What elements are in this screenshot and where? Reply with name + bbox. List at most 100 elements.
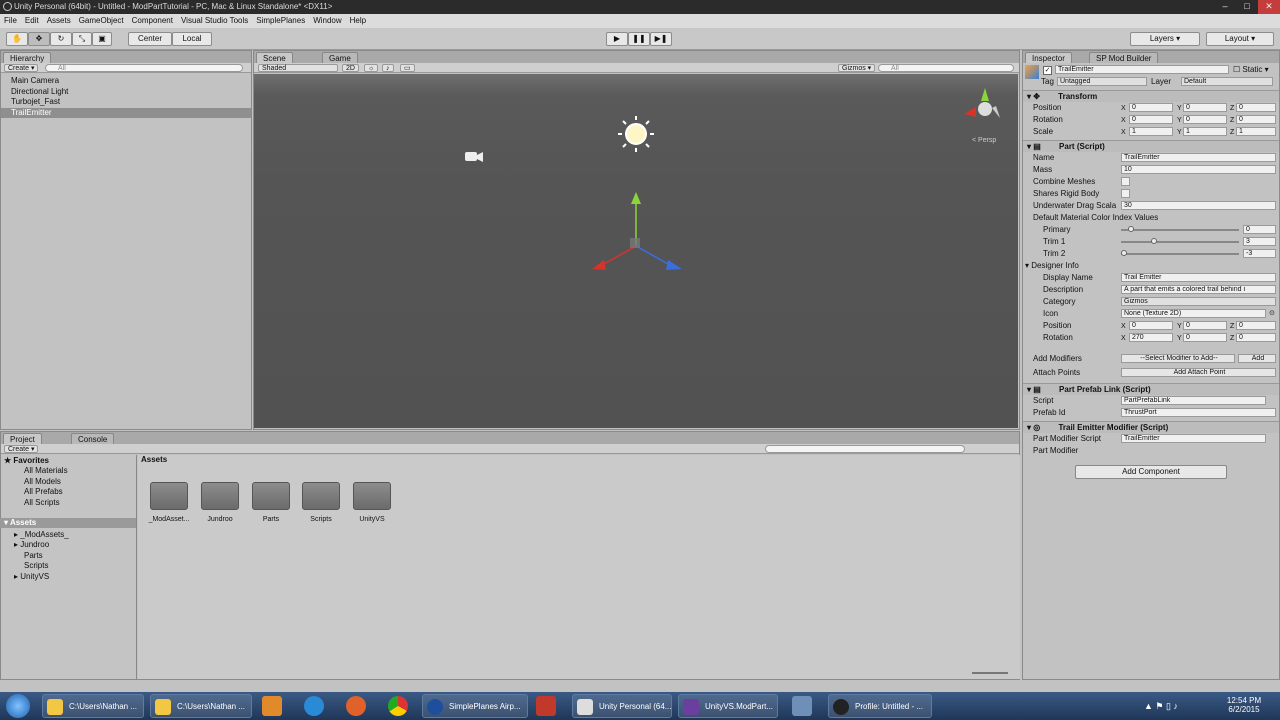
tab-scene[interactable]: Scene — [256, 52, 293, 63]
combine-meshes-checkbox[interactable] — [1121, 177, 1130, 186]
active-checkbox[interactable]: ✓ — [1043, 66, 1052, 75]
rot-x-field[interactable]: 0 — [1129, 115, 1173, 124]
chrome-icon[interactable] — [388, 696, 408, 716]
favorites-folder[interactable]: ★ Favorites — [4, 456, 49, 466]
scene-search-input[interactable]: All — [878, 64, 1014, 72]
mass-field[interactable]: 10 — [1121, 165, 1276, 174]
pos-z-field[interactable]: 0 — [1236, 103, 1276, 112]
hand-tool-icon[interactable]: ✋ — [6, 32, 28, 46]
add-component-button[interactable]: Add Component — [1075, 465, 1227, 479]
audio-toggle-icon[interactable]: ♪ — [382, 64, 394, 72]
rect-tool-icon[interactable]: ▣ — [92, 32, 112, 46]
task-simpleplanes[interactable]: SimplePlanes Airp... — [422, 694, 528, 718]
menu-simpleplanes[interactable]: SimplePlanes — [252, 14, 309, 28]
menu-gameobject[interactable]: GameObject — [75, 14, 128, 28]
media-player-icon[interactable] — [262, 696, 282, 716]
tab-project[interactable]: Project — [3, 433, 42, 444]
pause-button[interactable]: ❚❚ — [628, 32, 650, 46]
scale-x-field[interactable]: 1 — [1129, 127, 1173, 136]
tab-console[interactable]: Console — [71, 433, 115, 444]
drag-field[interactable]: 30 — [1121, 201, 1276, 210]
category-dropdown[interactable]: Gizmos — [1121, 297, 1276, 306]
tab-sp-mod-builder[interactable]: SP Mod Builder — [1089, 52, 1159, 63]
display-name-field[interactable]: Trail Emitter — [1121, 273, 1276, 282]
static-checkbox[interactable]: ☐ Static ▾ — [1233, 65, 1269, 74]
tab-inspector[interactable]: Inspector — [1025, 52, 1072, 63]
project-create-button[interactable]: Create ▾ — [4, 445, 39, 453]
task-obs-profile[interactable]: Profile: Untitled - ... — [828, 694, 932, 718]
menu-edit[interactable]: Edit — [21, 14, 43, 28]
firefox-icon[interactable] — [346, 696, 366, 716]
prefab-script-field[interactable]: PartPrefabLink — [1121, 396, 1266, 405]
tag-dropdown[interactable]: Untagged — [1057, 77, 1147, 86]
scene-viewport[interactable]: < Persp — [254, 74, 1018, 428]
tree-modassets[interactable]: ▸ _ModAssets_ — [14, 530, 69, 540]
layout-dropdown[interactable]: Layout ▾ — [1206, 32, 1274, 46]
prefab-id-field[interactable]: ThrustPort — [1121, 408, 1276, 417]
fav-all-prefabs[interactable]: All Prefabs — [24, 487, 63, 497]
fav-all-materials[interactable]: All Materials — [24, 466, 68, 476]
hierarchy-create-button[interactable]: Create ▾ — [4, 64, 39, 72]
internet-explorer-icon[interactable] — [304, 696, 324, 716]
object-name-field[interactable]: TrailEmitter — [1055, 65, 1229, 74]
rotate-tool-icon[interactable]: ↻ — [50, 32, 72, 46]
trim2-slider[interactable] — [1121, 253, 1239, 255]
designer-rot-x[interactable]: 270 — [1129, 333, 1173, 342]
pivot-local-button[interactable]: Local — [172, 32, 212, 46]
designer-info-foldout[interactable]: ▾ Designer Info — [1025, 260, 1079, 271]
app-icon[interactable] — [536, 696, 556, 716]
scale-y-field[interactable]: 1 — [1183, 127, 1227, 136]
minimize-button[interactable]: – — [1214, 0, 1236, 14]
designer-pos-z[interactable]: 0 — [1236, 321, 1276, 330]
hierarchy-item-trailemitter[interactable]: TrailEmitter — [1, 107, 251, 118]
part-name-field[interactable]: TrailEmitter — [1121, 153, 1276, 162]
menu-file[interactable]: File — [0, 14, 21, 28]
folder-icon[interactable] — [353, 482, 391, 510]
tree-scripts[interactable]: Scripts — [24, 561, 48, 571]
task-unity[interactable]: Unity Personal (64... — [572, 694, 672, 718]
2d-toggle[interactable]: 2D — [342, 64, 359, 72]
tab-hierarchy[interactable]: Hierarchy — [3, 52, 52, 63]
menu-window[interactable]: Window — [309, 14, 345, 28]
tray-icons[interactable]: ▲ ⚑ ▯ ♪ — [1144, 701, 1178, 712]
gizmos-dropdown[interactable]: Gizmos ▾ — [838, 64, 876, 72]
prefab-link-header[interactable]: ▾ ▤ Part Prefab Link (Script) — [1023, 383, 1279, 395]
trim1-slider[interactable] — [1121, 241, 1239, 243]
task-explorer-1[interactable]: C:\Users\Nathan ... — [42, 694, 144, 718]
description-field[interactable]: A part that emits a colored trail behind… — [1121, 285, 1276, 294]
menu-help[interactable]: Help — [346, 14, 370, 28]
designer-pos-y[interactable]: 0 — [1183, 321, 1227, 330]
folder-icon[interactable] — [252, 482, 290, 510]
menu-vstools[interactable]: Visual Studio Tools — [177, 14, 252, 28]
scale-z-field[interactable]: 1 — [1236, 127, 1276, 136]
shares-rigid-body-checkbox[interactable] — [1121, 189, 1130, 198]
folder-icon[interactable] — [150, 482, 188, 510]
pos-x-field[interactable]: 0 — [1129, 103, 1173, 112]
app-icon[interactable] — [792, 696, 812, 716]
hierarchy-search-input[interactable]: All — [45, 64, 243, 72]
tray-clock[interactable]: 12:54 PM 6/2/2015 — [1224, 696, 1264, 714]
fav-all-models[interactable]: All Models — [24, 477, 61, 487]
trim1-field[interactable]: 3 — [1243, 237, 1276, 246]
hierarchy-item-main-camera[interactable]: Main Camera — [1, 76, 251, 87]
step-button[interactable]: ▶❚ — [650, 32, 672, 46]
tree-parts[interactable]: Parts — [24, 551, 43, 561]
folder-icon[interactable] — [201, 482, 239, 510]
shading-mode-dropdown[interactable]: Shaded — [258, 64, 338, 72]
add-attach-point-button[interactable]: Add Attach Point — [1121, 368, 1276, 377]
part-script-header[interactable]: ▾ ▤ Part (Script) — [1023, 140, 1279, 152]
rot-y-field[interactable]: 0 — [1183, 115, 1227, 124]
trail-modifier-header[interactable]: ▾ ◎ Trail Emitter Modifier (Script) — [1023, 421, 1279, 433]
tree-jundroo[interactable]: ▸ Jundroo — [14, 540, 49, 550]
tab-game[interactable]: Game — [322, 52, 358, 63]
effects-toggle-icon[interactable]: ▭ — [400, 64, 415, 72]
icon-field[interactable]: None (Texture 2D) — [1121, 309, 1266, 318]
task-visual-studio[interactable]: UnityVS.ModPart... — [678, 694, 778, 718]
modifier-dropdown[interactable]: --Select Modifier to Add-- — [1121, 354, 1235, 363]
tree-unityvs[interactable]: ▸ UnityVS — [14, 572, 49, 582]
play-button[interactable]: ▶ — [606, 32, 628, 46]
menu-component[interactable]: Component — [128, 14, 177, 28]
task-explorer-2[interactable]: C:\Users\Nathan ... — [150, 694, 252, 718]
move-tool-icon[interactable]: ✥ — [28, 32, 50, 46]
trim2-field[interactable]: -3 — [1243, 249, 1276, 258]
